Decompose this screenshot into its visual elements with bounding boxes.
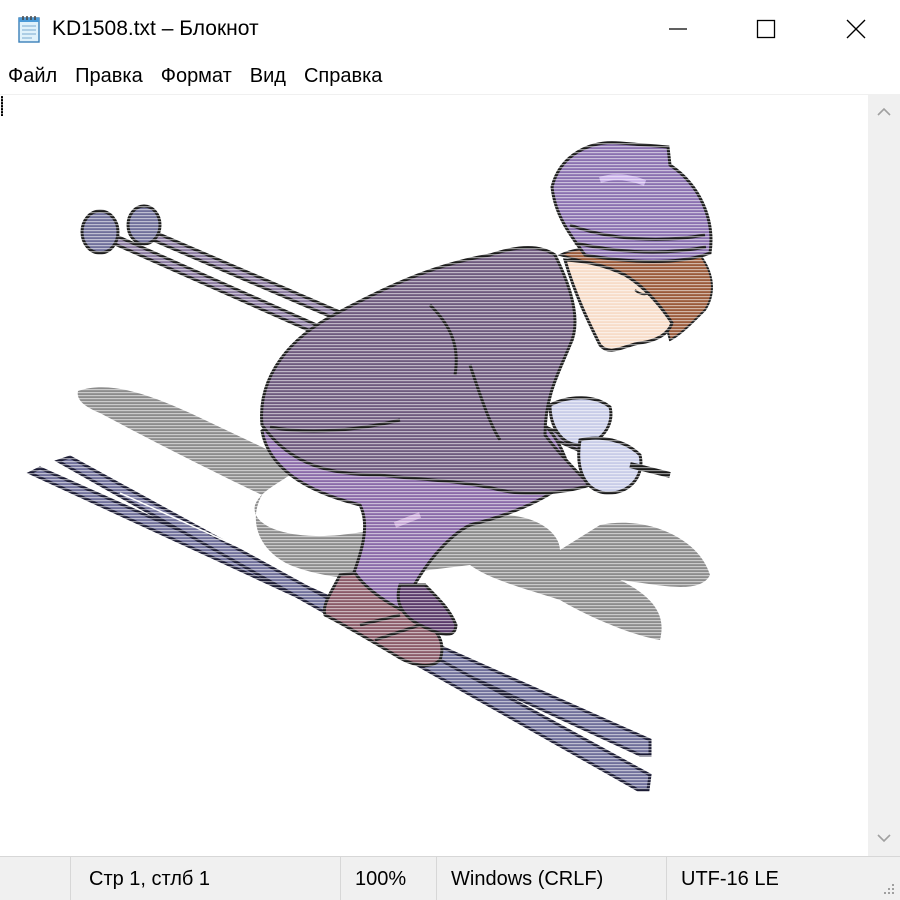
chevron-up-icon <box>877 107 891 116</box>
menu-help[interactable]: Справка <box>295 58 391 94</box>
scroll-up-button[interactable] <box>868 96 900 128</box>
ascii-art-skier <box>0 95 868 856</box>
text-editor[interactable] <box>0 94 868 856</box>
menu-view[interactable]: Вид <box>241 58 295 94</box>
resize-grip-icon[interactable] <box>880 880 896 896</box>
status-line-ending: Windows (CRLF) <box>436 857 666 900</box>
status-cursor-position: Стр 1, стлб 1 <box>70 857 340 900</box>
vertical-scrollbar[interactable] <box>868 94 900 856</box>
maximize-icon <box>756 19 776 39</box>
status-zoom: 100% <box>340 857 436 900</box>
status-encoding: UTF-16 LE <box>666 857 866 900</box>
menu-file[interactable]: Файл <box>0 58 66 94</box>
title-bar[interactable]: KD1508.txt – Блокнот <box>0 0 900 58</box>
scroll-down-button[interactable] <box>868 822 900 854</box>
minimize-icon <box>669 28 687 30</box>
minimize-button[interactable] <box>632 0 724 58</box>
menu-edit[interactable]: Правка <box>66 58 152 94</box>
close-button[interactable] <box>810 0 900 58</box>
window-title: KD1508.txt – Блокнот <box>52 17 259 40</box>
notepad-icon <box>18 16 40 43</box>
notepad-window: KD1508.txt – Блокнот Файл Правка Формат … <box>0 0 900 900</box>
menu-format[interactable]: Формат <box>152 58 241 94</box>
menu-bar: Файл Правка Формат Вид Справка <box>0 58 900 94</box>
close-icon <box>846 19 866 39</box>
chevron-down-icon <box>877 834 891 843</box>
maximize-button[interactable] <box>720 0 812 58</box>
status-bar: Стр 1, стлб 1 100% Windows (CRLF) UTF-16… <box>0 856 900 900</box>
